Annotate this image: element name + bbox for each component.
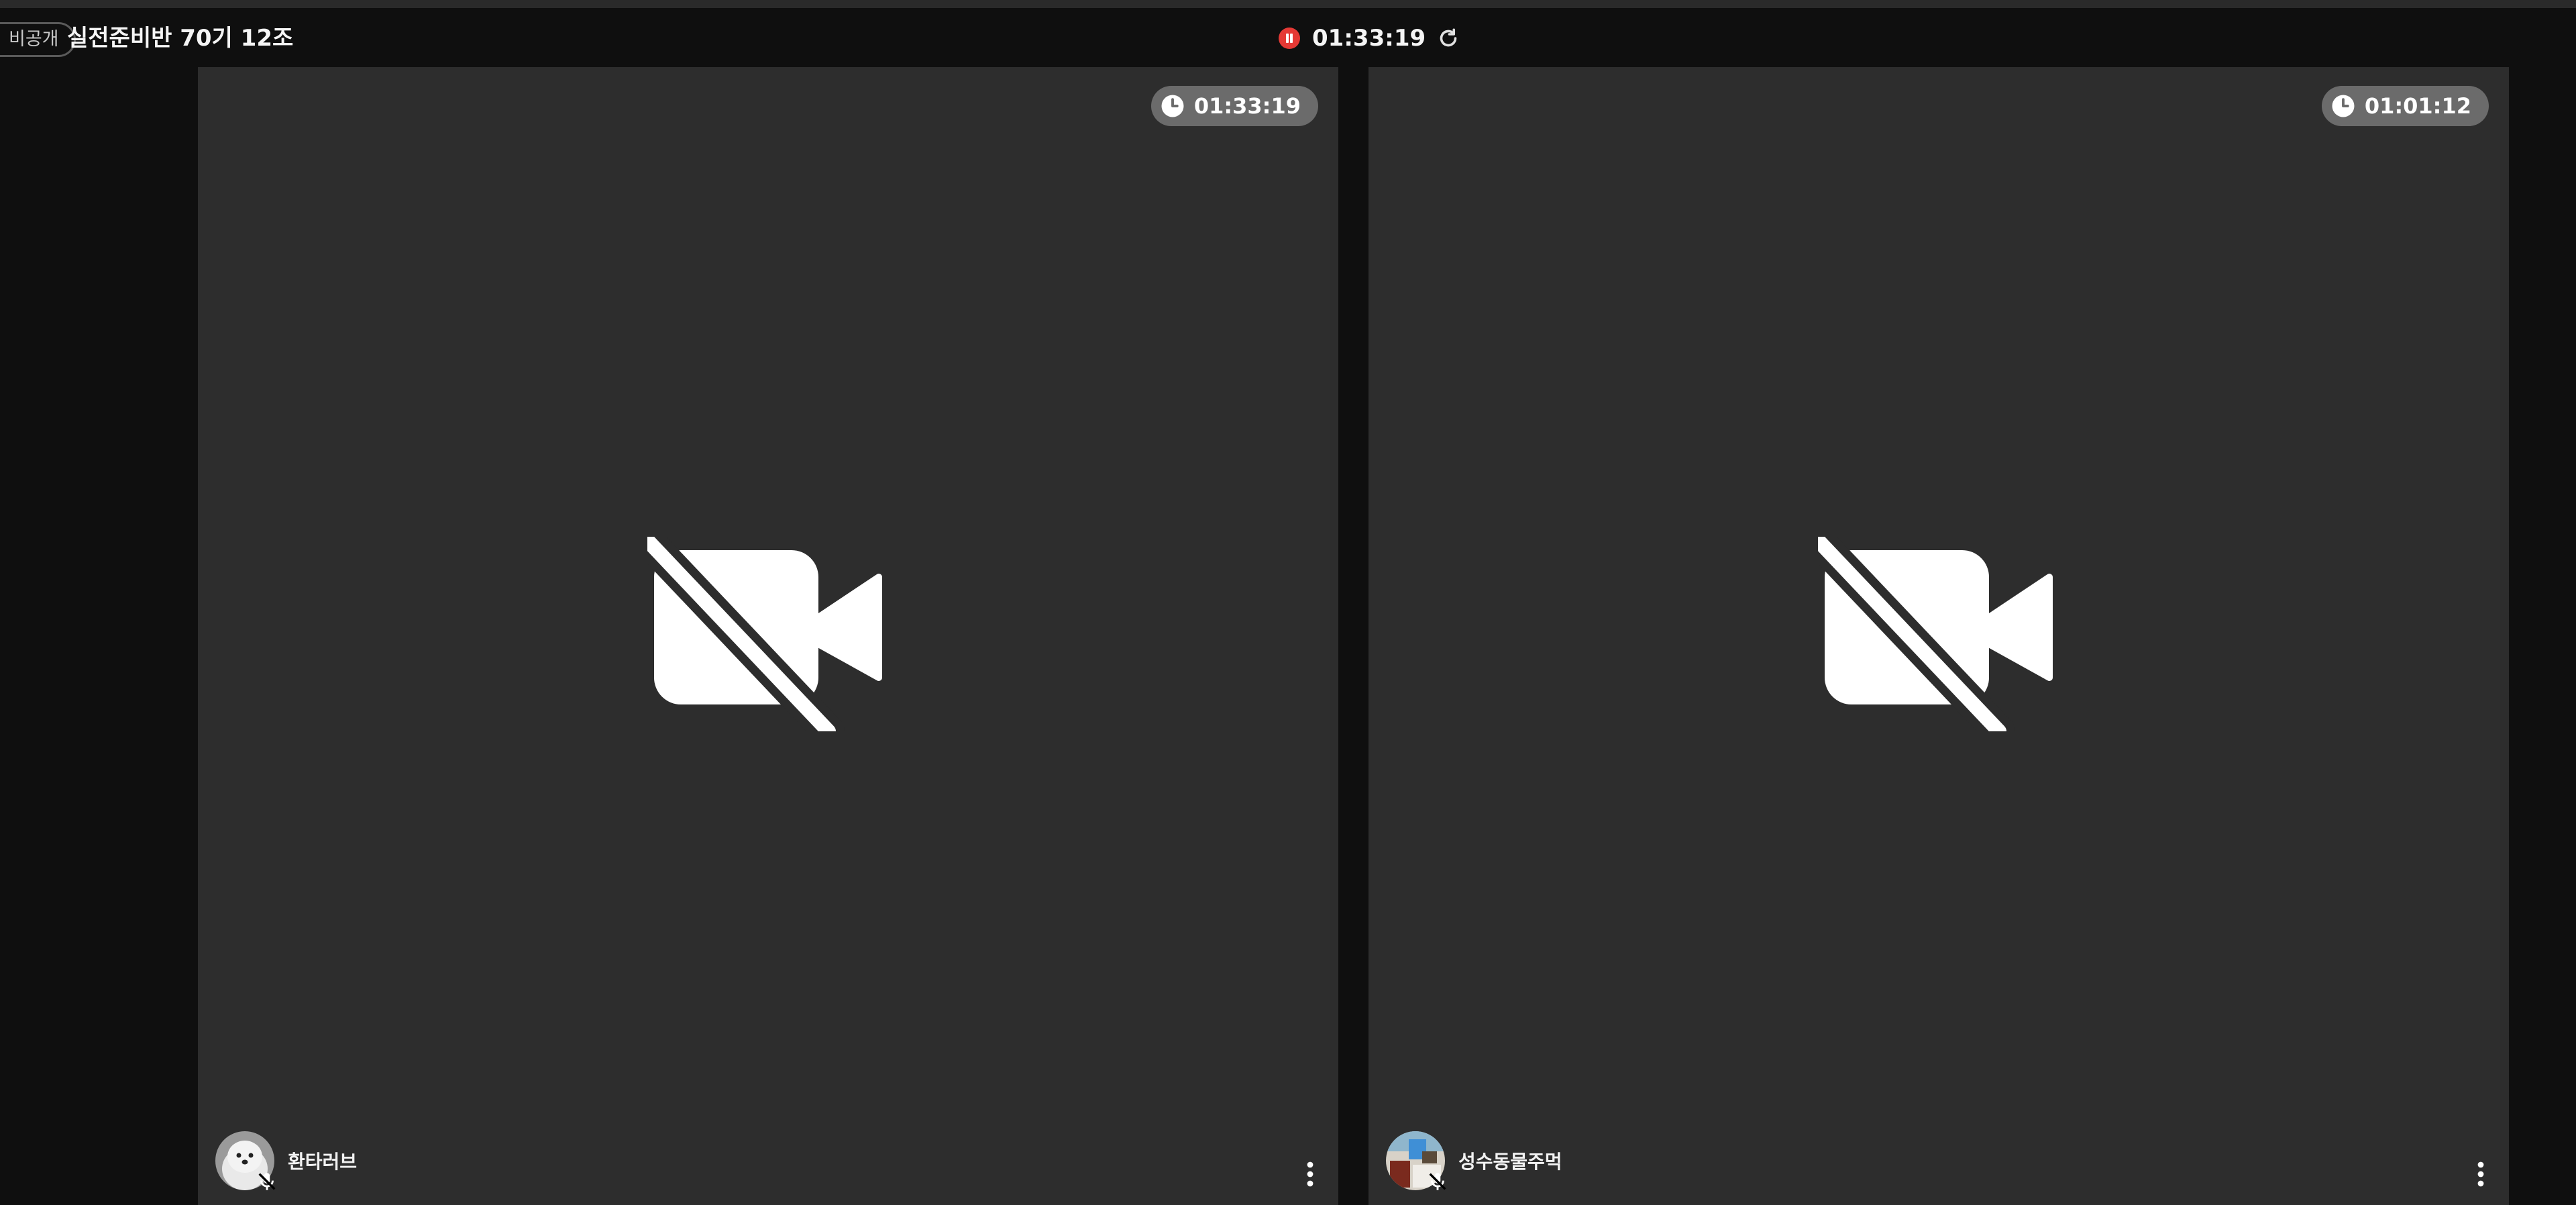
header-bar: 비공개 실전준비반 70기 12조 01:33:19 [0,8,2576,67]
mic-off-icon [258,1173,276,1190]
recording-time: 01:33:19 [1312,25,1426,52]
recording-status: 01:33:19 [1279,21,1460,55]
participant-info: 환타러브 [215,1130,357,1192]
clock-icon [1161,95,1184,117]
clock-icon [2332,95,2355,117]
top-strip [0,0,2576,8]
more-vertical-icon[interactable] [2475,1161,2486,1188]
participant-name: 성수동물주먹 [1458,1151,1562,1173]
avatar [215,1131,276,1190]
camera-off-icon [647,537,882,731]
pause-icon[interactable] [1279,28,1300,49]
tile-timer: 01:33:19 [1150,86,1318,126]
more-vertical-icon[interactable] [1305,1161,1316,1188]
refresh-icon[interactable] [1436,26,1460,50]
privacy-badge[interactable]: 비공개 [0,22,76,57]
participant-name: 환타러브 [288,1151,358,1173]
mic-off-icon [1429,1173,1446,1190]
tile-timer: 01:01:12 [2321,86,2489,126]
video-tile[interactable]: 01:01:12 성수동물주먹 [1368,67,2509,1205]
avatar [1386,1131,1446,1190]
room-title: 실전준비반 70기 12조 [67,25,294,52]
tile-timer-text: 01:33:19 [1193,93,1301,119]
participant-info: 성수동물주먹 [1386,1130,1562,1192]
tile-timer-text: 01:01:12 [2364,93,2471,119]
video-tile[interactable]: 01:33:19 환타러브 [198,67,1338,1205]
camera-off-icon [1818,537,2053,731]
